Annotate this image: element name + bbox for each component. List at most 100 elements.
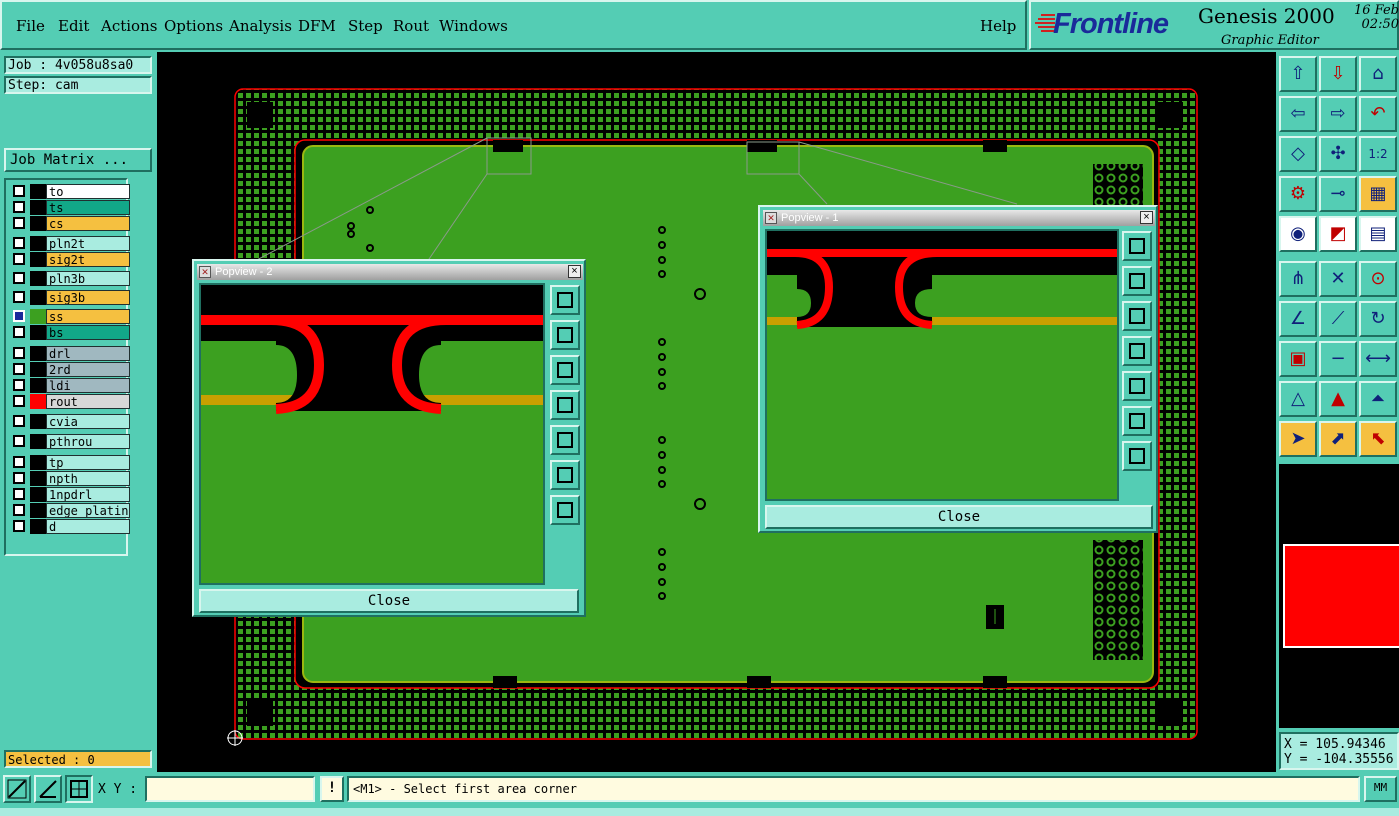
pan-down-button[interactable]	[1122, 301, 1152, 331]
layer-checkbox[interactable]	[13, 395, 25, 407]
layer-row-cs[interactable]: cs	[10, 216, 130, 231]
tool-button-select-box[interactable]: ▣	[1279, 341, 1317, 377]
zoom-in-button[interactable]	[550, 460, 580, 490]
layer-checkbox[interactable]	[13, 415, 25, 427]
layer-row-d[interactable]: d	[10, 519, 130, 534]
popview-2-view[interactable]	[199, 283, 545, 585]
pan-left-button[interactable]	[550, 390, 580, 420]
pan-up-button[interactable]	[1122, 266, 1152, 296]
grid-toggle-button[interactable]	[65, 775, 93, 803]
layer-checkbox[interactable]	[13, 237, 25, 249]
menu-actions[interactable]: Actions	[101, 17, 157, 35]
layer-checkbox[interactable]	[13, 472, 25, 484]
layer-checkbox[interactable]	[13, 488, 25, 500]
tool-button-minus[interactable]: −	[1319, 341, 1357, 377]
tool-button-line[interactable]: ∠	[1279, 301, 1317, 337]
angle-snap-button[interactable]	[34, 775, 62, 803]
layer-row-edge_plating[interactable]: edge_plating	[10, 503, 130, 518]
zoom-in-button[interactable]	[1122, 406, 1152, 436]
layer-row-pln3b[interactable]: pln3b	[10, 271, 130, 286]
layer-checkbox[interactable]	[13, 291, 25, 303]
layer-checkbox[interactable]	[13, 456, 25, 468]
popview-2-titlebar[interactable]: ✕ Popview - 2 ×	[197, 264, 583, 280]
layer-checkbox[interactable]	[13, 363, 25, 375]
tool-button-pan-left[interactable]: ⇦	[1279, 96, 1317, 132]
tool-button-fit-all[interactable]: ◇	[1279, 136, 1317, 172]
menu-analysis[interactable]: Analysis	[229, 17, 292, 35]
pan-down-button[interactable]	[550, 355, 580, 385]
layer-checkbox[interactable]	[13, 310, 25, 322]
layer-row-bs[interactable]: bs	[10, 325, 130, 340]
layer-checkbox[interactable]	[13, 347, 25, 359]
menu-rout[interactable]: Rout	[393, 17, 429, 35]
tool-button-draw[interactable]: ◩	[1319, 216, 1357, 252]
layer-checkbox[interactable]	[13, 520, 25, 532]
layer-row-npth[interactable]: npth	[10, 471, 130, 486]
layer-row-drl[interactable]: drl	[10, 346, 130, 361]
layer-row-to[interactable]: to	[10, 184, 130, 199]
layer-checkbox[interactable]	[13, 326, 25, 338]
close-icon[interactable]: ×	[568, 265, 581, 278]
tool-button-triangle[interactable]: △	[1279, 381, 1317, 417]
tool-button-zoom-1to2[interactable]: 1:2	[1359, 136, 1397, 172]
pan-left-button[interactable]	[1122, 336, 1152, 366]
tool-button-node[interactable]: ⊙	[1359, 261, 1397, 297]
menu-help[interactable]: Help	[980, 17, 1016, 35]
tool-button-fit-profile[interactable]: ✣	[1319, 136, 1357, 172]
layer-checkbox[interactable]	[13, 272, 25, 284]
tool-button-move-up[interactable]: ⇧	[1279, 56, 1317, 92]
snap-grid-button[interactable]	[3, 775, 31, 803]
job-matrix-button[interactable]: Job Matrix ...	[4, 148, 152, 172]
menu-file[interactable]: File	[16, 17, 45, 35]
popview-1-close-button[interactable]: Close	[765, 505, 1153, 529]
window-menu-icon[interactable]: ✕	[199, 266, 211, 278]
layer-row-2rd[interactable]: 2rd	[10, 362, 130, 377]
close-icon[interactable]: ×	[1140, 211, 1153, 224]
window-menu-icon[interactable]: ✕	[765, 212, 777, 224]
xy-input[interactable]	[145, 776, 315, 802]
tool-button-ruler[interactable]: ▤	[1359, 216, 1397, 252]
layer-row-sig2t[interactable]: sig2t	[10, 252, 130, 267]
pan-right-button[interactable]	[1122, 371, 1152, 401]
tool-button-connect[interactable]: ⋔	[1279, 261, 1317, 297]
tool-button-move-down[interactable]: ⇩	[1319, 56, 1357, 92]
layer-checkbox[interactable]	[13, 504, 25, 516]
layer-row-sig3b[interactable]: sig3b	[10, 290, 130, 305]
tool-button-pointer-hex[interactable]: ⬉	[1359, 421, 1397, 457]
layer-row-1npdrl[interactable]: 1npdrl	[10, 487, 130, 502]
tool-button-pointer[interactable]: ➤	[1279, 421, 1317, 457]
popview-2-close-button[interactable]: Close	[199, 589, 579, 613]
layer-row-ldi[interactable]: ldi	[10, 378, 130, 393]
layer-row-ss[interactable]: ss	[10, 309, 130, 324]
popview-1-titlebar[interactable]: ✕ Popview - 1 ×	[763, 210, 1155, 226]
layer-row-cvia[interactable]: cvia	[10, 414, 130, 429]
tool-button-pan-right[interactable]: ⇨	[1319, 96, 1357, 132]
layer-checkbox[interactable]	[13, 201, 25, 213]
layer-checkbox[interactable]	[13, 379, 25, 391]
tool-button-arc[interactable]: ⟋	[1319, 301, 1357, 337]
tool-button-measure[interactable]: ⊸	[1319, 176, 1357, 212]
layer-row-pthrou[interactable]: pthrou	[10, 434, 130, 449]
pan-up-button[interactable]	[550, 320, 580, 350]
tool-button-cross[interactable]: ✕	[1319, 261, 1357, 297]
layer-checkbox[interactable]	[13, 253, 25, 265]
zoom-window-button[interactable]	[1122, 231, 1152, 261]
tool-button-settings[interactable]: ⚙	[1279, 176, 1317, 212]
tool-button-triangle-outline[interactable]: ⏶	[1359, 381, 1397, 417]
popview-1-view[interactable]	[765, 229, 1119, 501]
tool-button-undo-zoom[interactable]: ↶	[1359, 96, 1397, 132]
menu-options[interactable]: Options	[164, 17, 223, 35]
layer-row-rout[interactable]: rout	[10, 394, 130, 409]
zoom-window-button[interactable]	[550, 285, 580, 315]
tool-button-triangle-up[interactable]: ▲	[1319, 381, 1357, 417]
layer-row-ts[interactable]: ts	[10, 200, 130, 215]
tool-button-pointer-frame[interactable]: ⬈	[1319, 421, 1357, 457]
tool-button-rotate[interactable]: ↻	[1359, 301, 1397, 337]
tool-button-resize[interactable]: ⟷	[1359, 341, 1397, 377]
tool-button-snap[interactable]: ◉	[1279, 216, 1317, 252]
layer-checkbox[interactable]	[13, 185, 25, 197]
layer-row-tp[interactable]: tp	[10, 455, 130, 470]
zoom-out-button[interactable]	[550, 495, 580, 525]
pan-right-button[interactable]	[550, 425, 580, 455]
tool-button-home[interactable]: ⌂	[1359, 56, 1397, 92]
